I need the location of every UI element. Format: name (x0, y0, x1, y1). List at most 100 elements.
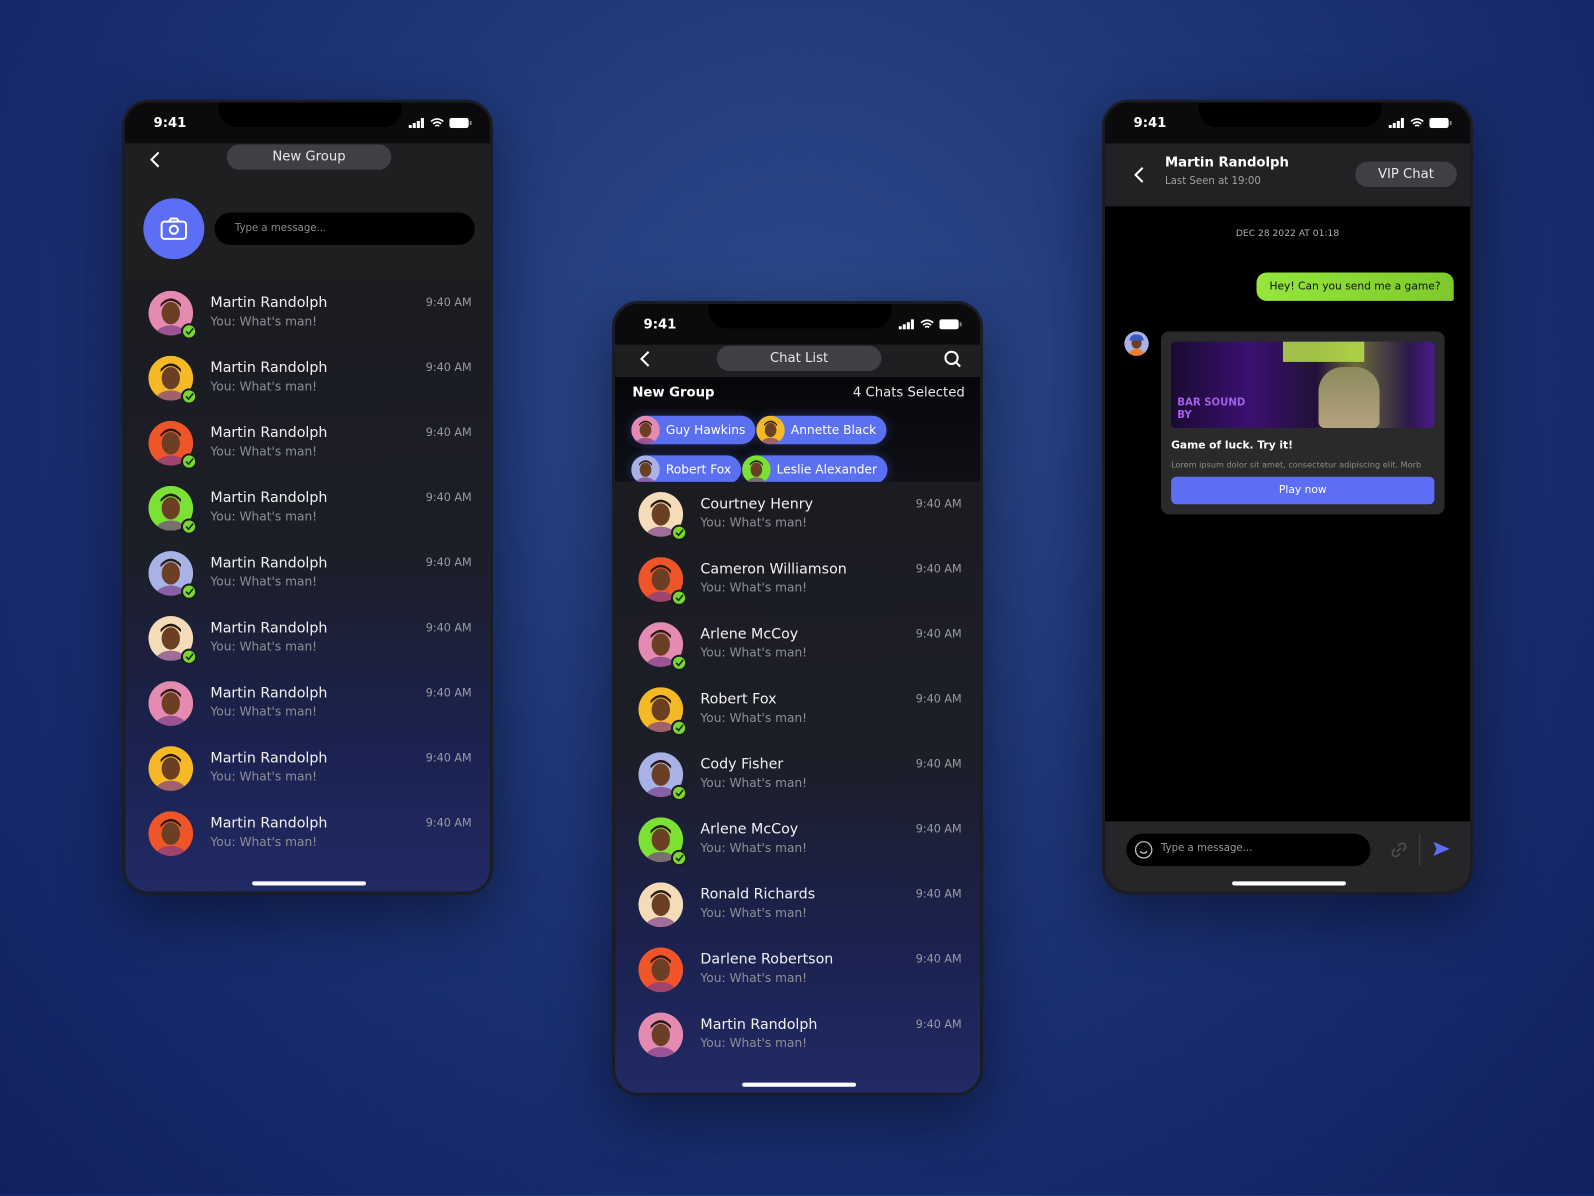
message-input[interactable]: Type a message... (1126, 833, 1371, 867)
avatar-image (631, 415, 660, 445)
date-divider: DEC 28 2022 AT 01:18 (1235, 228, 1340, 239)
chat-row[interactable]: Courtney Henry You: What's man! 9:40 AM (615, 482, 980, 547)
chat-row[interactable]: Martin Randolph You: What's man! 9:40 AM (125, 606, 490, 671)
chat-preview: You: What's man! (700, 645, 808, 660)
selected-chip[interactable]: Annette Black (756, 415, 887, 445)
chat-row[interactable]: Darlene Robertson You: What's man! 9:40 … (615, 937, 980, 1002)
chat-row[interactable]: Cody Fisher You: What's man! 9:40 AM (615, 742, 980, 807)
chat-preview: You: What's man! (700, 840, 808, 855)
chat-row[interactable]: Martin Randolph You: What's man! 9:40 AM (125, 476, 490, 541)
back-icon[interactable] (637, 349, 653, 369)
chat-row[interactable]: Martin Randolph You: What's man! 9:40 AM (125, 671, 490, 736)
battery-icon (1429, 117, 1452, 129)
chat-preview: You: What's man! (210, 314, 318, 329)
vip-chat-button[interactable]: VIP Chat (1355, 161, 1457, 188)
home-indicator (742, 1082, 856, 1087)
wifi-icon (430, 118, 444, 127)
home-indicator (252, 881, 366, 886)
selected-chip[interactable]: Robert Fox (631, 455, 742, 484)
avatar-image (742, 455, 771, 484)
chat-time: 9:40 AM (915, 757, 962, 771)
avatar-image (638, 1012, 684, 1058)
selection-panel: New Group 4 Chats Selected Guy Hawkins An… (615, 377, 981, 484)
attach-link-icon[interactable] (1391, 842, 1407, 858)
chat-time: 9:40 AM (425, 816, 472, 830)
chat-row[interactable]: Martin Randolph You: What's man! 9:40 AM (615, 1002, 980, 1067)
chat-time: 9:40 AM (425, 295, 472, 310)
selected-chip[interactable]: Guy Hawkins (631, 415, 756, 445)
group-name-input[interactable]: Type a message... (214, 212, 475, 246)
chat-preview: You: What's man! (210, 444, 318, 459)
chat-time: 9:40 AM (915, 952, 962, 966)
section-title: New Group (632, 385, 715, 401)
avatar (148, 485, 198, 535)
play-now-button[interactable]: Play now (1171, 476, 1435, 505)
selected-count: 4 Chats Selected (852, 385, 965, 401)
chat-time: 9:40 AM (425, 686, 472, 700)
chat-preview: You: What's man! (210, 834, 318, 849)
chat-name: Arlene McCoy (700, 626, 799, 643)
chat-name: Martin Randolph (210, 424, 328, 442)
chat-row[interactable]: Martin Randolph You: What's man! 9:40 AM (125, 411, 490, 476)
chat-phone: 9:41 Martin Randolph Last Seen at 19:00 … (1101, 99, 1474, 895)
sender-avatar (1124, 331, 1149, 356)
chat-preview: You: What's man! (210, 509, 318, 524)
chat-name: Courtney Henry (700, 496, 814, 513)
chat-preview: You: What's man! (210, 704, 318, 719)
chat-preview: You: What's man! (700, 970, 808, 986)
game-image: BAR SOUND BY (1171, 341, 1435, 428)
avatar (638, 492, 688, 541)
chat-time: 9:40 AM (915, 692, 962, 706)
message-placeholder: Type a message... (1160, 842, 1253, 854)
chip-label: Annette Black (790, 422, 877, 438)
chat-row[interactable]: Ronald Richards You: What's man! 9:40 AM (615, 872, 980, 937)
signal-icon (1388, 117, 1404, 129)
avatar (148, 550, 198, 600)
selected-chip[interactable]: Leslie Alexander (742, 455, 888, 484)
chat-name: Darlene Robertson (700, 951, 834, 968)
chat-header: Martin Randolph Last Seen at 19:00 VIP C… (1105, 143, 1471, 207)
status-time: 9:41 (643, 317, 677, 333)
chat-row[interactable]: Martin Randolph You: What's man! 9:40 AM (125, 281, 490, 346)
search-icon[interactable] (943, 350, 961, 368)
chat-row[interactable]: Martin Randolph You: What's man! 9:40 AM (125, 801, 490, 866)
back-icon[interactable] (147, 149, 163, 169)
chat-row[interactable]: Martin Randolph You: What's man! 9:40 AM (125, 736, 490, 801)
chat-name: Martin Randolph (210, 294, 328, 312)
chat-name: Ronald Richards (700, 886, 816, 903)
page-title: Chat List (716, 345, 882, 372)
wifi-icon (1410, 118, 1424, 127)
chat-preview: You: What's man! (700, 580, 808, 595)
chat-name: Martin Randolph (210, 685, 328, 702)
avatar (638, 1012, 684, 1058)
check-icon (670, 524, 688, 541)
chat-row[interactable]: Martin Randolph You: What's man! 9:40 AM (125, 541, 490, 606)
notch (1198, 102, 1382, 128)
chat-name: Martin Randolph (210, 750, 328, 767)
avatar-image (148, 746, 194, 791)
status-icons (1388, 117, 1452, 129)
avatar (148, 290, 198, 340)
chat-list: Martin Randolph You: What's man! 9:40 AM… (125, 280, 491, 892)
avatar (148, 355, 198, 405)
sent-message-bubble: Hey! Can you send me a game? (1256, 272, 1454, 301)
chat-row[interactable]: Martin Randolph You: What's man! 9:40 AM (125, 346, 490, 411)
avatar-image (638, 882, 684, 928)
notch (218, 102, 402, 128)
chat-preview: You: What's man! (700, 905, 808, 921)
check-icon (670, 654, 688, 671)
chat-row[interactable]: Arlene McCoy You: What's man! 9:40 AM (615, 612, 980, 677)
back-icon[interactable] (1131, 165, 1147, 185)
emoji-icon[interactable] (1134, 841, 1153, 859)
home-indicator (1232, 881, 1346, 886)
chat-row[interactable]: Cameron Williamson You: What's man! 9:40… (615, 547, 980, 612)
chip-avatar (631, 415, 660, 445)
chat-row[interactable]: Arlene McCoy You: What's man! 9:40 AM (615, 807, 980, 872)
chat-time: 9:40 AM (915, 887, 962, 901)
chip-label: Leslie Alexander (776, 462, 878, 477)
send-icon[interactable] (1432, 841, 1450, 857)
chat-row[interactable]: Robert Fox You: What's man! 9:40 AM (615, 677, 980, 742)
group-photo-button[interactable] (143, 198, 205, 260)
status-icons (408, 117, 472, 129)
check-icon (180, 388, 198, 405)
